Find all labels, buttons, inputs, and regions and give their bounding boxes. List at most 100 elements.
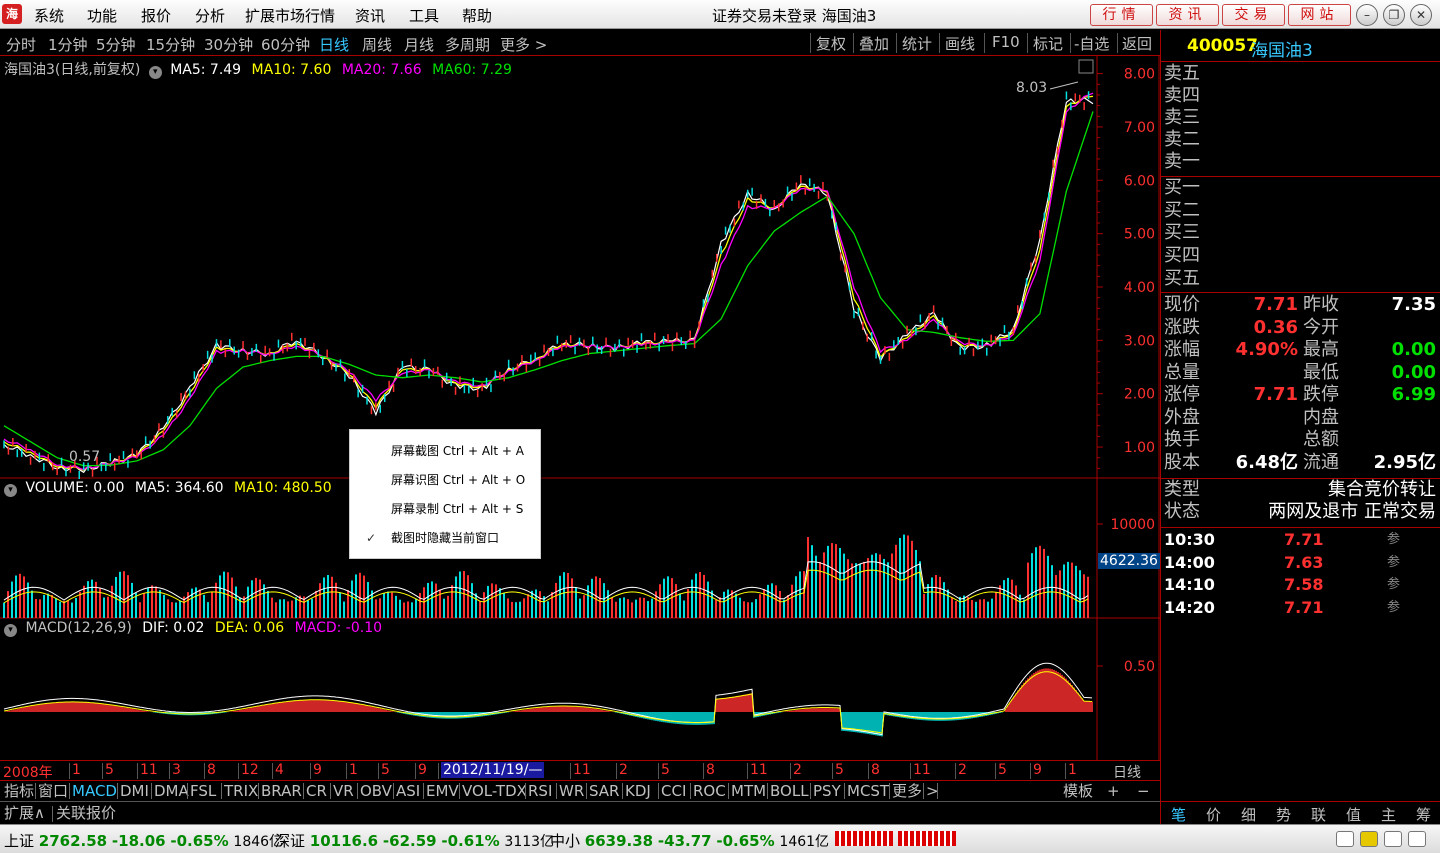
indicator-psy[interactable]: PSY bbox=[813, 782, 841, 801]
f10-button[interactable]: F10 bbox=[992, 33, 1020, 51]
restore-icon[interactable]: ❐ bbox=[1383, 4, 1405, 26]
menu-tools[interactable]: 工具 bbox=[409, 5, 439, 26]
period-weekly[interactable]: 周线 bbox=[362, 34, 392, 55]
app-logo[interactable]: 海 bbox=[2, 4, 22, 24]
indicator-sar[interactable]: SAR bbox=[589, 782, 619, 801]
date-label: 5 bbox=[661, 762, 670, 778]
indicator-boll[interactable]: BOLL bbox=[770, 782, 809, 801]
draw-line-button[interactable]: 画线 bbox=[945, 33, 975, 54]
indicator-obv[interactable]: OBV bbox=[360, 782, 392, 801]
menu-ext-market[interactable]: 扩展市场行情 bbox=[245, 5, 335, 26]
right-tab[interactable]: 细 bbox=[1231, 804, 1266, 825]
period-intraday[interactable]: 分时 bbox=[6, 34, 36, 55]
period-5min[interactable]: 5分钟 bbox=[96, 34, 136, 55]
legend-toggle-icon[interactable]: ▾ bbox=[4, 484, 17, 497]
indicator-nav-0[interactable]: 指标 bbox=[4, 782, 34, 801]
quote-value: 0.00 bbox=[1391, 339, 1436, 360]
period-monthly[interactable]: 月线 bbox=[404, 34, 434, 55]
indicator-asi[interactable]: ASI bbox=[396, 782, 420, 801]
right-tab[interactable]: 联 bbox=[1301, 804, 1336, 825]
period-15min[interactable]: 15分钟 bbox=[146, 34, 195, 55]
indicator-rsi[interactable]: RSI bbox=[528, 782, 552, 801]
adjust-button[interactable]: 复权 bbox=[816, 33, 846, 54]
website-button[interactable]: 网站 bbox=[1288, 4, 1351, 26]
period-1min[interactable]: 1分钟 bbox=[48, 34, 88, 55]
indicator-brar[interactable]: BRAR bbox=[261, 782, 302, 801]
menu-screen-capture[interactable]: 屏幕截图 Ctrl + Alt + A bbox=[350, 438, 540, 464]
expand-button[interactable]: 扩展∧ bbox=[4, 804, 45, 823]
index-ticker[interactable]: 上证 2762.58 -18.06 -0.65% 1846亿 bbox=[4, 830, 283, 851]
overlay-button[interactable]: 叠加 bbox=[859, 33, 889, 54]
indicator-emv[interactable]: EMV bbox=[426, 782, 459, 801]
stats-button[interactable]: 统计 bbox=[902, 33, 932, 54]
back-button[interactable]: 返回 bbox=[1122, 33, 1152, 54]
coin-icon[interactable] bbox=[1360, 831, 1378, 847]
date-label: 2 bbox=[619, 762, 628, 778]
period-30min[interactable]: 30分钟 bbox=[204, 34, 253, 55]
indicator-dmi[interactable]: DMI bbox=[120, 782, 149, 801]
indicator-wr[interactable]: WR bbox=[559, 782, 584, 801]
legend-toggle-icon[interactable]: ▾ bbox=[148, 66, 162, 79]
indicator-fsl[interactable]: FSL bbox=[190, 782, 216, 801]
indicator-dma[interactable]: DMA bbox=[154, 782, 189, 801]
indicator-kdj[interactable]: KDJ bbox=[625, 782, 651, 801]
menu-screen-ocr[interactable]: 屏幕识图 Ctrl + Alt + O bbox=[350, 467, 540, 493]
mark-button[interactable]: 标记 bbox=[1033, 33, 1063, 54]
date-label: 5 bbox=[998, 762, 1007, 778]
divider bbox=[767, 783, 768, 799]
date-label: 1 bbox=[1068, 762, 1077, 778]
right-tab[interactable]: 势 bbox=[1266, 804, 1301, 825]
menu-hide-window[interactable]: ✓ 截图时隐藏当前窗口 bbox=[350, 525, 540, 551]
quote-row: 涨跌 0.36 今开 bbox=[1164, 317, 1436, 339]
menu-quote[interactable]: 报价 bbox=[141, 5, 171, 26]
right-tab[interactable]: 值 bbox=[1336, 804, 1371, 825]
menu-analysis[interactable]: 分析 bbox=[195, 5, 225, 26]
exchange-icon[interactable] bbox=[1384, 831, 1402, 847]
extension-bar: 扩展∧ 关联报价 bbox=[0, 801, 1160, 824]
menu-news[interactable]: 资讯 bbox=[355, 5, 385, 26]
index-ticker[interactable]: 中小 6639.38 -43.77 -0.65% 1461亿 bbox=[550, 830, 829, 851]
indicator-trix[interactable]: TRIX bbox=[224, 782, 258, 801]
minimize-icon[interactable]: – bbox=[1356, 4, 1378, 26]
indicator-mtm[interactable]: MTM bbox=[731, 782, 766, 801]
period-more[interactable]: 更多 > bbox=[500, 34, 547, 55]
legend-toggle-icon[interactable]: ▾ bbox=[4, 624, 17, 637]
index-ticker[interactable]: 深证 10116.6 -62.59 -0.61% 3113亿 bbox=[275, 830, 554, 851]
board-icon[interactable] bbox=[1336, 831, 1354, 847]
kline-chart[interactable]: 8.00 7.00 6.00 5.00 4.00 3.00 2.00 1.00 10000 0… bbox=[0, 56, 1160, 760]
close-icon[interactable]: ✕ bbox=[1410, 4, 1432, 26]
indicator-roc[interactable]: ROC bbox=[693, 782, 726, 801]
menu-system[interactable]: 系统 bbox=[34, 5, 64, 26]
watchlist-button[interactable]: -自选 bbox=[1074, 33, 1109, 54]
news-button[interactable]: 资讯 bbox=[1156, 4, 1219, 26]
right-tab[interactable]: 笔 bbox=[1161, 804, 1196, 825]
quote-button[interactable]: 行情 bbox=[1090, 4, 1153, 26]
menu-help[interactable]: 帮助 bbox=[462, 5, 492, 26]
quote-row: 换手 总额 bbox=[1164, 429, 1436, 451]
settings-icon[interactable] bbox=[1408, 831, 1426, 847]
legend-dif: DIF: 0.02 bbox=[142, 620, 205, 636]
right-tab[interactable]: 价 bbox=[1196, 804, 1231, 825]
indicator-cr[interactable]: CR bbox=[306, 782, 327, 801]
menu-function[interactable]: 功能 bbox=[87, 5, 117, 26]
indicator-vol-tdx[interactable]: VOL-TDX bbox=[462, 782, 527, 801]
menu-screen-record[interactable]: 屏幕录制 Ctrl + Alt + S bbox=[350, 496, 540, 522]
right-tab[interactable]: 主 bbox=[1371, 804, 1406, 825]
right-tab[interactable]: 筹 bbox=[1406, 804, 1440, 825]
trade-button[interactable]: 交易 bbox=[1222, 4, 1285, 26]
period-multi[interactable]: 多周期 bbox=[445, 34, 490, 55]
indicator-tool-0[interactable]: 模板 bbox=[1063, 782, 1093, 801]
indicator-更多[interactable]: 更多 bbox=[892, 782, 922, 801]
period-daily[interactable]: 日线 bbox=[319, 34, 349, 55]
indicator-cci[interactable]: CCI bbox=[661, 782, 686, 801]
volume-plot: 10000 bbox=[3, 517, 1155, 618]
period-60min[interactable]: 60分钟 bbox=[261, 34, 310, 55]
indicator-tool-1[interactable]: + bbox=[1107, 782, 1120, 801]
indicator-macd[interactable]: MACD bbox=[72, 782, 117, 801]
indicator-vr[interactable]: VR bbox=[333, 782, 354, 801]
stock-code: 400057 bbox=[1187, 36, 1258, 56]
indicator-nav-1[interactable]: 窗口 bbox=[38, 782, 68, 801]
related-quote-button[interactable]: 关联报价 bbox=[56, 804, 116, 823]
indicator-tool-2[interactable]: − bbox=[1137, 782, 1150, 801]
indicator-mcst[interactable]: MCST bbox=[847, 782, 889, 801]
